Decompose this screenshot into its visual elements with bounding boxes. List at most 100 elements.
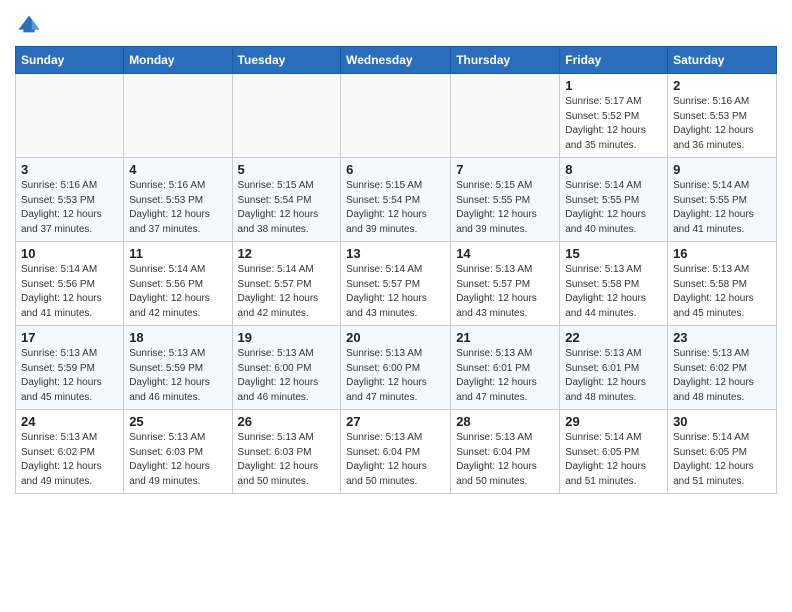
calendar-cell: 23 Sunrise: 5:13 AM Sunset: 6:02 PM Dayli…	[668, 326, 777, 410]
day-number: 13	[346, 246, 445, 261]
col-header-saturday: Saturday	[668, 47, 777, 74]
calendar-cell: 15Sunrise: 5:13 AM Sunset: 5:58 PM Dayli…	[560, 242, 668, 326]
day-info: Sunrise: 5:16 AM Sunset: 5:53 PM Dayligh…	[21, 179, 118, 237]
day-number: 29	[565, 414, 662, 429]
calendar-cell: 12 Sunrise: 5:14 AM Sunset: 5:57 PM Dayli…	[232, 242, 341, 326]
day-info: Sunrise: 5:13 AM Sunset: 6:00 PM Dayligh…	[238, 347, 336, 405]
day-number: 17	[21, 330, 118, 345]
calendar-cell: 25Sunrise: 5:13 AM Sunset: 6:03 PM Dayli…	[124, 410, 232, 494]
day-number: 20	[346, 330, 445, 345]
calendar-cell: 17 Sunrise: 5:13 AM Sunset: 5:59 PM Dayli…	[16, 326, 124, 410]
day-info: Sunrise: 5:14 AM Sunset: 5:56 PM Dayligh…	[129, 263, 226, 321]
day-info: Sunrise: 5:13 AM Sunset: 6:03 PM Dayligh…	[238, 431, 336, 489]
day-number: 11	[129, 246, 226, 261]
day-number: 1	[565, 78, 662, 93]
day-info: Sunrise: 5:13 AM Sunset: 6:01 PM Dayligh…	[456, 347, 554, 405]
calendar-cell: 14 Sunrise: 5:13 AM Sunset: 5:57 PM Dayli…	[451, 242, 560, 326]
day-number: 5	[238, 162, 336, 177]
day-info: Sunrise: 5:13 AM Sunset: 6:02 PM Dayligh…	[21, 431, 118, 489]
day-number: 23	[673, 330, 771, 345]
calendar-cell: 16Sunrise: 5:13 AM Sunset: 5:58 PM Dayli…	[668, 242, 777, 326]
calendar-cell: 5 Sunrise: 5:15 AM Sunset: 5:54 PM Daylig…	[232, 158, 341, 242]
calendar-week-row: 3 Sunrise: 5:16 AM Sunset: 5:53 PM Daylig…	[16, 158, 777, 242]
day-number: 27	[346, 414, 445, 429]
day-number: 22	[565, 330, 662, 345]
day-info: Sunrise: 5:14 AM Sunset: 5:56 PM Dayligh…	[21, 263, 118, 321]
calendar-cell: 6Sunrise: 5:15 AM Sunset: 5:54 PM Daylig…	[341, 158, 451, 242]
calendar-cell: 30 Sunrise: 5:14 AM Sunset: 6:05 PM Dayli…	[668, 410, 777, 494]
calendar-cell: 18 Sunrise: 5:13 AM Sunset: 5:59 PM Dayli…	[124, 326, 232, 410]
calendar-cell: 3 Sunrise: 5:16 AM Sunset: 5:53 PM Daylig…	[16, 158, 124, 242]
calendar-cell: 26 Sunrise: 5:13 AM Sunset: 6:03 PM Dayli…	[232, 410, 341, 494]
day-number: 14	[456, 246, 554, 261]
calendar-cell: 1Sunrise: 5:17 AM Sunset: 5:52 PM Daylig…	[560, 74, 668, 158]
calendar-week-row: 10 Sunrise: 5:14 AM Sunset: 5:56 PM Dayli…	[16, 242, 777, 326]
day-info: Sunrise: 5:13 AM Sunset: 6:04 PM Dayligh…	[456, 431, 554, 489]
calendar-header-row: SundayMondayTuesdayWednesdayThursdayFrid…	[16, 47, 777, 74]
day-info: Sunrise: 5:14 AM Sunset: 5:57 PM Dayligh…	[346, 263, 445, 321]
day-info: Sunrise: 5:13 AM Sunset: 5:59 PM Dayligh…	[21, 347, 118, 405]
calendar-cell	[341, 74, 451, 158]
calendar-cell: 2 Sunrise: 5:16 AM Sunset: 5:53 PM Daylig…	[668, 74, 777, 158]
calendar-week-row: 24 Sunrise: 5:13 AM Sunset: 6:02 PM Dayli…	[16, 410, 777, 494]
calendar-cell: 4 Sunrise: 5:16 AM Sunset: 5:53 PM Daylig…	[124, 158, 232, 242]
calendar-cell: 7 Sunrise: 5:15 AM Sunset: 5:55 PM Daylig…	[451, 158, 560, 242]
calendar-cell: 21 Sunrise: 5:13 AM Sunset: 6:01 PM Dayli…	[451, 326, 560, 410]
col-header-sunday: Sunday	[16, 47, 124, 74]
day-number: 26	[238, 414, 336, 429]
day-info: Sunrise: 5:14 AM Sunset: 6:05 PM Dayligh…	[673, 431, 771, 489]
calendar-cell	[124, 74, 232, 158]
day-info: Sunrise: 5:14 AM Sunset: 6:05 PM Dayligh…	[565, 431, 662, 489]
calendar-cell: 22 Sunrise: 5:13 AM Sunset: 6:01 PM Dayli…	[560, 326, 668, 410]
day-number: 9	[673, 162, 771, 177]
col-header-tuesday: Tuesday	[232, 47, 341, 74]
day-number: 19	[238, 330, 336, 345]
day-info: Sunrise: 5:13 AM Sunset: 6:01 PM Dayligh…	[565, 347, 662, 405]
day-info: Sunrise: 5:13 AM Sunset: 5:58 PM Dayligh…	[565, 263, 662, 321]
day-number: 30	[673, 414, 771, 429]
day-number: 24	[21, 414, 118, 429]
calendar-cell	[451, 74, 560, 158]
calendar-cell: 10 Sunrise: 5:14 AM Sunset: 5:56 PM Dayli…	[16, 242, 124, 326]
calendar-cell	[16, 74, 124, 158]
calendar-cell: 9Sunrise: 5:14 AM Sunset: 5:55 PM Daylig…	[668, 158, 777, 242]
day-info: Sunrise: 5:13 AM Sunset: 5:57 PM Dayligh…	[456, 263, 554, 321]
calendar-cell: 13 Sunrise: 5:14 AM Sunset: 5:57 PM Dayli…	[341, 242, 451, 326]
day-number: 18	[129, 330, 226, 345]
calendar-cell	[232, 74, 341, 158]
day-info: Sunrise: 5:15 AM Sunset: 5:54 PM Dayligh…	[346, 179, 445, 237]
logo	[15, 10, 47, 38]
day-number: 25	[129, 414, 226, 429]
day-number: 10	[21, 246, 118, 261]
day-number: 21	[456, 330, 554, 345]
day-number: 16	[673, 246, 771, 261]
day-info: Sunrise: 5:13 AM Sunset: 5:59 PM Dayligh…	[129, 347, 226, 405]
calendar-cell: 29 Sunrise: 5:14 AM Sunset: 6:05 PM Dayli…	[560, 410, 668, 494]
day-info: Sunrise: 5:13 AM Sunset: 6:02 PM Dayligh…	[673, 347, 771, 405]
calendar-week-row: 1Sunrise: 5:17 AM Sunset: 5:52 PM Daylig…	[16, 74, 777, 158]
calendar-cell: 20 Sunrise: 5:13 AM Sunset: 6:00 PM Dayli…	[341, 326, 451, 410]
day-info: Sunrise: 5:14 AM Sunset: 5:57 PM Dayligh…	[238, 263, 336, 321]
day-number: 2	[673, 78, 771, 93]
day-number: 4	[129, 162, 226, 177]
col-header-thursday: Thursday	[451, 47, 560, 74]
calendar-cell: 24 Sunrise: 5:13 AM Sunset: 6:02 PM Dayli…	[16, 410, 124, 494]
day-number: 7	[456, 162, 554, 177]
day-info: Sunrise: 5:15 AM Sunset: 5:55 PM Dayligh…	[456, 179, 554, 237]
calendar-week-row: 17 Sunrise: 5:13 AM Sunset: 5:59 PM Dayli…	[16, 326, 777, 410]
day-number: 12	[238, 246, 336, 261]
day-info: Sunrise: 5:16 AM Sunset: 5:53 PM Dayligh…	[673, 95, 771, 153]
calendar-cell: 8Sunrise: 5:14 AM Sunset: 5:55 PM Daylig…	[560, 158, 668, 242]
day-number: 28	[456, 414, 554, 429]
calendar-table: SundayMondayTuesdayWednesdayThursdayFrid…	[15, 46, 777, 494]
calendar-cell: 19 Sunrise: 5:13 AM Sunset: 6:00 PM Dayli…	[232, 326, 341, 410]
day-info: Sunrise: 5:13 AM Sunset: 6:00 PM Dayligh…	[346, 347, 445, 405]
col-header-monday: Monday	[124, 47, 232, 74]
day-number: 3	[21, 162, 118, 177]
col-header-friday: Friday	[560, 47, 668, 74]
day-info: Sunrise: 5:15 AM Sunset: 5:54 PM Dayligh…	[238, 179, 336, 237]
calendar-cell: 11 Sunrise: 5:14 AM Sunset: 5:56 PM Dayli…	[124, 242, 232, 326]
day-number: 8	[565, 162, 662, 177]
page-header	[15, 10, 777, 38]
day-info: Sunrise: 5:16 AM Sunset: 5:53 PM Dayligh…	[129, 179, 226, 237]
